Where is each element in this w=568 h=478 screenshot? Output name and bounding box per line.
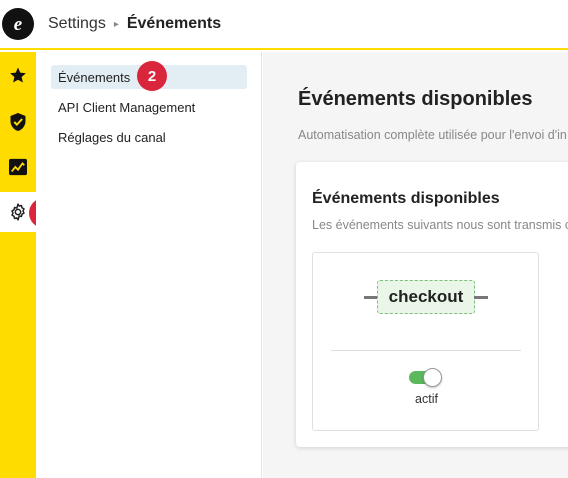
- page-subtitle: Automatisation complète utilisée pour l'…: [298, 128, 567, 142]
- event-active-toggle[interactable]: [409, 368, 443, 387]
- rail-item-protection[interactable]: [0, 102, 36, 142]
- svg-text:e: e: [14, 14, 23, 34]
- event-item: checkout actif: [312, 252, 539, 431]
- card-title: Événements disponibles: [312, 190, 500, 207]
- trusted-shops-logo-icon[interactable]: e: [2, 8, 34, 40]
- top-bar: e Settings ▸ Événements: [0, 0, 568, 50]
- breadcrumb: Settings ▸ Événements: [48, 15, 221, 33]
- subnav-item-api-client-management[interactable]: API Client Management: [51, 95, 247, 119]
- event-name-chip: checkout: [377, 280, 475, 314]
- subnav-item-label: Réglages du canal: [58, 129, 166, 145]
- step-badge-2: 2: [137, 61, 167, 91]
- trend-chart-icon: [9, 158, 27, 176]
- subnav-item-label: Événements: [58, 69, 131, 85]
- settings-subnav: Événements 2 API Client Management Régla…: [36, 52, 262, 478]
- star-icon: [10, 67, 26, 83]
- toggle-label: actif: [415, 392, 438, 406]
- subnav-item-reglages-du-canal[interactable]: Réglages du canal: [51, 125, 247, 149]
- events-card: Événements disponibles Les événements su…: [296, 162, 568, 447]
- shield-check-icon: [10, 113, 26, 131]
- connector-right: [474, 296, 488, 299]
- connector-left: [364, 296, 378, 299]
- toggle-knob: [423, 368, 442, 387]
- card-subtitle: Les événements suivants nous sont transm…: [312, 218, 568, 232]
- rail-item-analytics[interactable]: [0, 147, 36, 187]
- subnav-item-label: API Client Management: [58, 99, 196, 115]
- main-content: Événements disponibles Automatisation co…: [263, 52, 568, 478]
- page-title: Événements disponibles: [298, 88, 533, 110]
- gear-icon: [11, 203, 25, 221]
- divider: [331, 350, 521, 351]
- rail-item-reviews[interactable]: [0, 55, 36, 95]
- breadcrumb-root[interactable]: Settings: [48, 15, 106, 33]
- left-rail: 1: [0, 52, 59, 478]
- breadcrumb-current: Événements: [126, 15, 222, 32]
- breadcrumb-separator-icon: ▸: [113, 18, 119, 30]
